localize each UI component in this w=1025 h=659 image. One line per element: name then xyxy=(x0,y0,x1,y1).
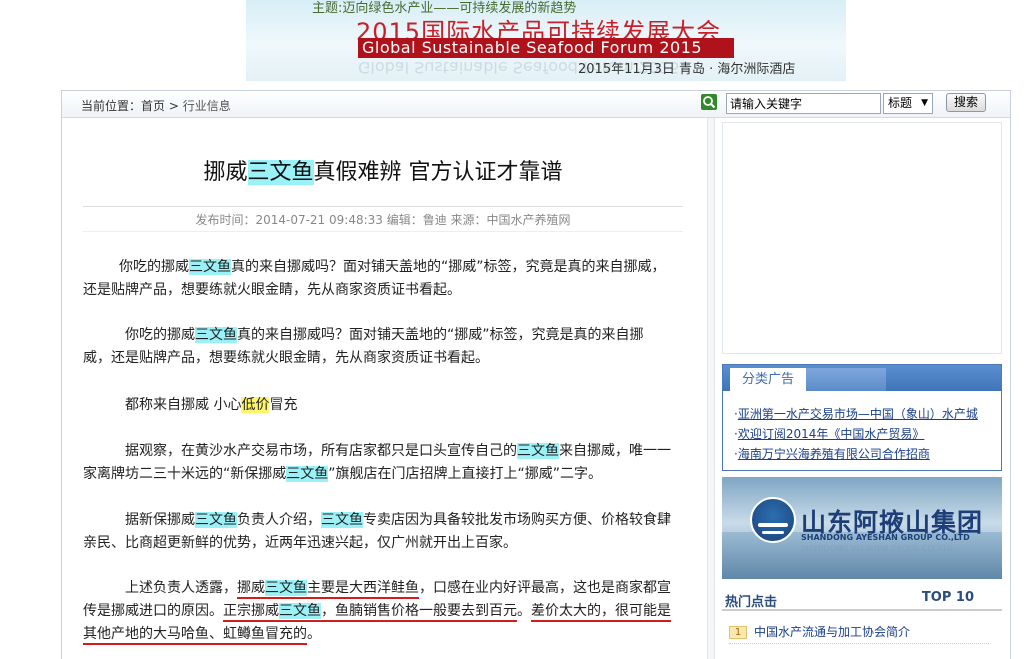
ad-link-3[interactable]: ·海南万宁兴海养殖有限公司合作招商 xyxy=(734,444,1001,464)
text: 你吃的挪威 xyxy=(119,259,189,275)
ad-link-text: 欢迎订阅2014年《中国水产贸易》 xyxy=(737,427,925,441)
breadcrumb-separator: > xyxy=(165,99,183,113)
text: 主要是大西洋鲑鱼 xyxy=(307,580,419,596)
hot-clicks-title: 热门点击 xyxy=(725,595,778,610)
text: 差价太大的，很可能是 xyxy=(531,603,671,622)
conference-banner[interactable]: 主题:迈向绿色水产业——可持续发展的新趋势 2015国际水产品可持续发展大会 G… xyxy=(246,0,846,81)
rank-badge: 1 xyxy=(729,626,747,639)
keyword-highlight: 三文鱼 xyxy=(195,512,237,528)
text: 亲民、比商超更新鲜的优势，近两年迅速兴起，仅广州就开出上百家。 xyxy=(83,535,517,551)
text: 还是贴牌产品，想要练就火眼金睛，先从商家资质证书看起。 xyxy=(83,282,461,298)
title-highlight: 三文鱼 xyxy=(247,160,314,185)
breadcrumb-prefix: 当前位置： xyxy=(81,99,142,113)
tab-classified-ads[interactable]: 分类广告 xyxy=(730,368,806,391)
breadcrumb: 当前位置：首页 > 行业信息 xyxy=(81,97,231,114)
paragraph-1: 你吃的挪威三文鱼真的来自挪威吗？面对铺天盖地的“挪威”标签，究竟是真的来自挪威，… xyxy=(83,256,683,302)
text: 上述负责人透露， xyxy=(125,580,237,596)
text: ”旗舰店在门店招牌上直接打上“挪威”二字。 xyxy=(328,466,603,482)
tab-inactive xyxy=(806,368,886,391)
column-separator xyxy=(707,118,715,659)
ad-company-name-reflection: SHANDONG AYESHAN GROUP CO.,LTD xyxy=(801,543,953,552)
paragraph-2: 你吃的挪威三文鱼真的来自挪威吗？面对铺天盖地的“挪威”标签，究竟是真的来自挪威，… xyxy=(83,324,683,370)
search-field-value: 标题 xyxy=(888,96,913,110)
title-text: 真假难辨 官方认证才靠谱 xyxy=(313,160,563,185)
keyword-highlight: 三文鱼 xyxy=(279,603,321,619)
text: 来自挪威，唯一一 xyxy=(559,443,671,459)
text: 真的来自挪威吗？面对铺天盖地的“挪威”标签，究竟是真的来自挪 xyxy=(237,327,644,343)
text: 其他产地的大马哈鱼、虹鳟鱼冒充的 xyxy=(83,626,307,645)
article-title: 挪威三文鱼真假难辨 官方认证才靠谱 xyxy=(83,154,683,186)
hot-clicks-header: 热门点击 TOP 10 xyxy=(722,587,1002,611)
keyword-highlight: 三文鱼 xyxy=(189,259,231,275)
breadcrumb-current-link[interactable]: 行业信息 xyxy=(183,99,231,113)
text: 冒充 xyxy=(269,397,298,413)
text: 。 xyxy=(517,603,531,619)
classified-ads-header: 分类广告 xyxy=(723,365,1001,391)
banner-date-place: 2015年11月3日 青岛 · 海尔洲际酒店 xyxy=(578,62,796,77)
search-button[interactable]: 搜索 xyxy=(946,93,986,112)
text: 负责人介绍， xyxy=(237,512,321,528)
text: 挪威 xyxy=(237,580,265,596)
article-meta: 发布时间：2014-07-21 09:48:33 编辑：鲁迪 来源：中国水产养殖… xyxy=(195,213,571,227)
keyword-highlight: 三文鱼 xyxy=(286,466,329,482)
text: 威，还是贴牌产品，想要练就火眼金睛，先从商家资质证书看起。 xyxy=(83,350,489,366)
hot-clicks-top-label: TOP 10 xyxy=(921,590,974,605)
text: ，口感在业内好评最高，这也是商家都宣 xyxy=(419,580,671,596)
text: 。 xyxy=(307,626,321,642)
divider xyxy=(729,643,989,644)
divider xyxy=(83,206,683,207)
text: 你吃的挪威 xyxy=(125,327,195,343)
keyword-highlight: 三文鱼 xyxy=(517,443,559,459)
ad-link-text: 海南万宁兴海养殖有限公司合作招商 xyxy=(737,447,930,461)
banner-title-en: Global Sustainable Seafood Forum 2015 xyxy=(358,38,734,58)
title-text: 挪威 xyxy=(203,160,248,185)
keyword-highlight: 低价 xyxy=(241,397,270,413)
paragraph-5: 据新保挪威三文鱼负责人介绍，三文鱼专卖店因为具备较批发市场购买方便、价格较食肆亲… xyxy=(83,509,683,555)
hot-clicks-panel: 热门点击 TOP 10 1 中国水产流通与加工协会简介 xyxy=(722,587,1002,644)
ad-link-2[interactable]: ·欢迎订阅2014年《中国水产贸易》 xyxy=(734,424,1001,444)
ad-link-1[interactable]: ·亚洲第一水产交易市场—中国（象山）水产城 xyxy=(734,404,1001,424)
keyword-highlight: 三文鱼 xyxy=(265,580,307,596)
ayeshan-logo-icon xyxy=(750,497,796,543)
search-field-select[interactable]: 标题 ▼ xyxy=(883,93,933,114)
keyword-highlight: 三文鱼 xyxy=(195,327,237,343)
text: 都称来自挪威 小心 xyxy=(125,397,242,413)
text: 传是挪威进口的原因。 xyxy=(83,603,223,619)
location-bar: 当前位置：首页 > 行业信息 标题 ▼ 搜索 xyxy=(62,91,1010,118)
paragraph-3: 都称来自挪威 小心低价冒充 xyxy=(83,394,683,417)
text: 家离牌坊二三十米远的“新保挪威 xyxy=(83,466,287,482)
search-icon[interactable] xyxy=(701,94,717,110)
text: 据观察，在黄沙水产交易市场，所有店家都只是口头宣传自己的 xyxy=(125,443,517,459)
divider xyxy=(83,231,683,232)
ayeshan-group-ad[interactable]: 山东阿掖山集团 SHANDONG AYESHAN GROUP CO.,LTD S… xyxy=(722,477,1002,579)
breadcrumb-home-link[interactable]: 首页 xyxy=(141,99,165,113)
paragraph-6: 上述负责人透露，挪威三文鱼主要是大西洋鲑鱼，口感在业内好评最高，这也是商家都宣传… xyxy=(83,577,683,646)
classified-ads-box: 分类广告 ·亚洲第一水产交易市场—中国（象山）水产城 ·欢迎订阅2014年《中国… xyxy=(722,364,1002,471)
text: 专卖店因为具备较批发市场购买方便、价格较食肆 xyxy=(363,512,671,528)
ad-placeholder xyxy=(722,122,1002,354)
paragraph-4: 据观察，在黄沙水产交易市场，所有店家都只是口头宣传自己的三文鱼来自挪威，唯一一家… xyxy=(83,440,683,486)
search-input[interactable] xyxy=(726,93,881,114)
keyword-highlight: 三文鱼 xyxy=(321,512,363,528)
text: 正宗挪威 xyxy=(223,603,279,619)
hot-list-item[interactable]: 1 中国水产流通与加工协会简介 xyxy=(729,623,910,640)
hot-item-text: 中国水产流通与加工协会简介 xyxy=(754,625,911,639)
ad-company-name-en: SHANDONG AYESHAN GROUP CO.,LTD xyxy=(801,533,970,542)
ad-link-text: 亚洲第一水产交易市场—中国（象山）水产城 xyxy=(737,407,978,421)
text: ，鱼腩销售价格一般要去到百元 xyxy=(321,603,517,619)
text: 据新保挪威 xyxy=(125,512,195,528)
dropdown-arrow-icon: ▼ xyxy=(921,98,928,108)
ad-list: ·亚洲第一水产交易市场—中国（象山）水产城 ·欢迎订阅2014年《中国水产贸易》… xyxy=(723,391,1001,464)
text: 真的来自挪威吗？面对铺天盖地的“挪威”标签，究竟是真的来自挪威， xyxy=(231,259,666,275)
